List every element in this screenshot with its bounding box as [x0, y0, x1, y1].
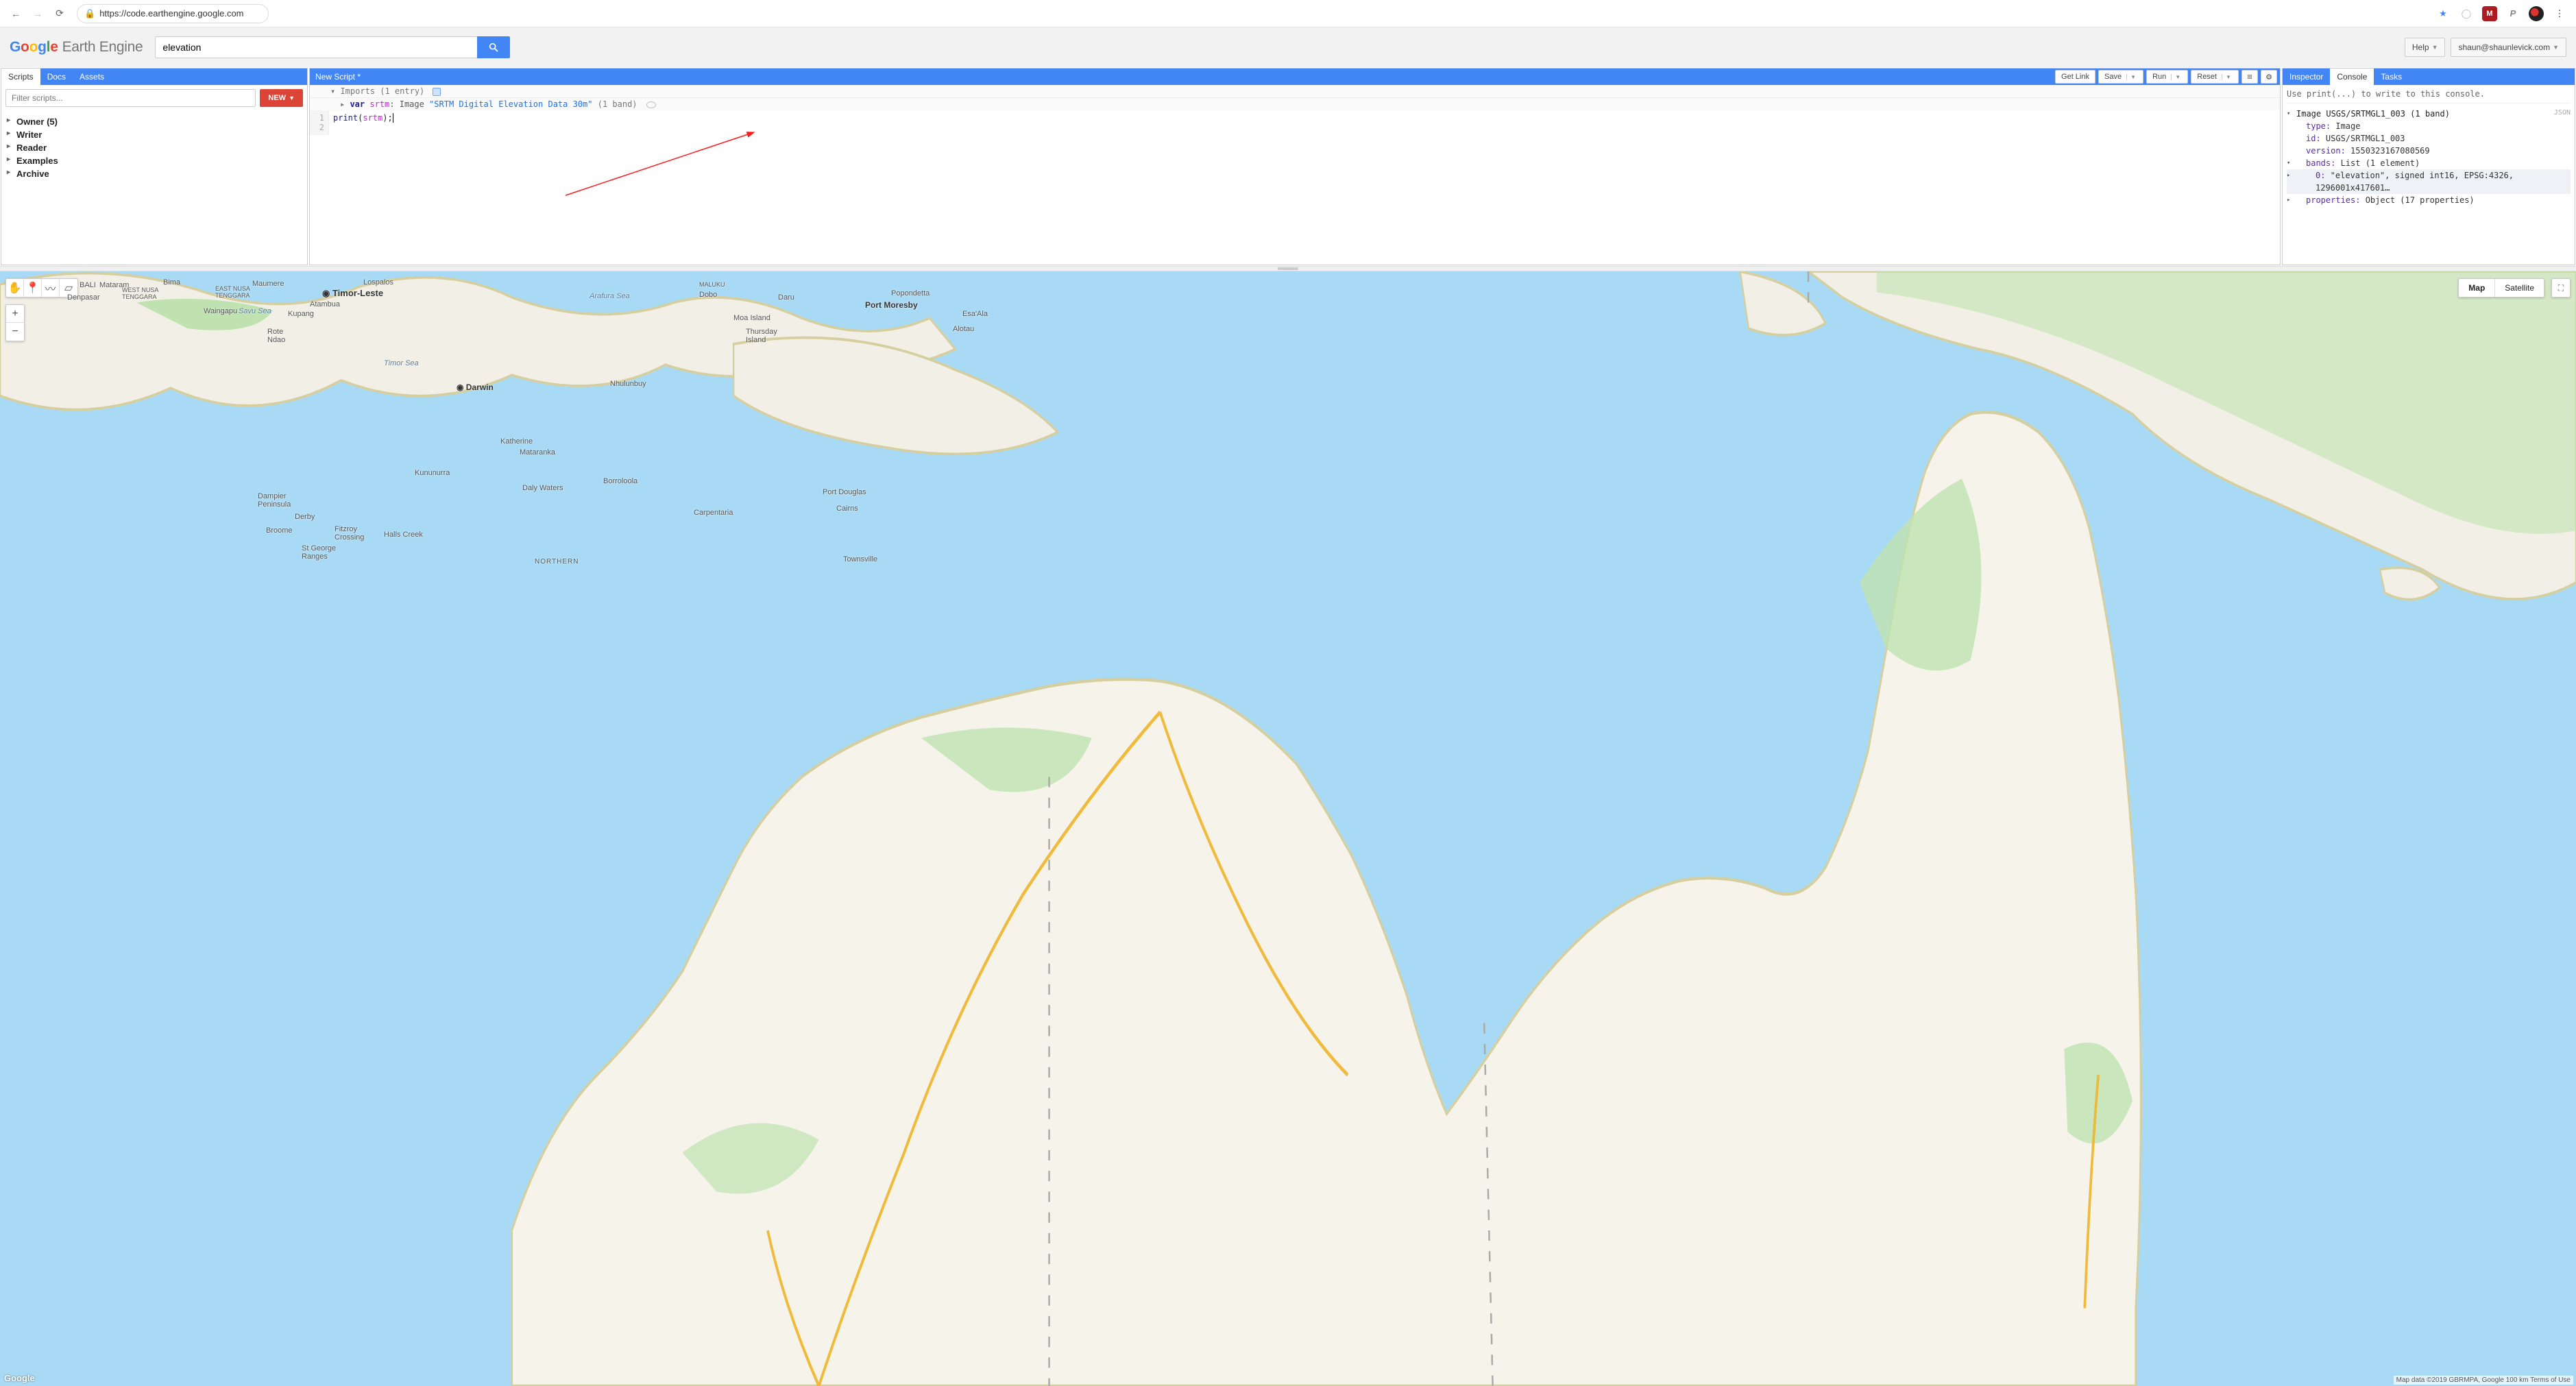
save-button[interactable]: Save▼ [2098, 70, 2143, 84]
import-dataset-link[interactable]: "SRTM Digital Elevation Data 30m" [429, 99, 592, 109]
tree-item-owner[interactable]: Owner (5) [5, 115, 303, 128]
zoom-out-button[interactable]: − [6, 323, 24, 341]
url-text: https://code.earthengine.google.com [99, 8, 243, 19]
product-name: Earth Engine [62, 39, 143, 56]
scripts-panel: Scripts Docs Assets NEW▼ Owner (5) Write… [1, 68, 308, 265]
draw-line-icon[interactable]: 〰 [42, 279, 60, 297]
extension-mendeley-icon[interactable]: M [2482, 6, 2497, 21]
pan-hand-icon[interactable]: ✋ [6, 279, 24, 297]
url-bar[interactable]: 🔒 https://code.earthengine.google.com [77, 4, 269, 23]
forward-icon[interactable]: → [29, 5, 47, 23]
tab-docs[interactable]: Docs [40, 69, 73, 85]
console-prop-version: version: 1550323167080569 [2287, 145, 2571, 157]
filter-scripts-input[interactable] [5, 89, 256, 107]
map-landmass [0, 271, 2576, 1386]
map-type-map[interactable]: Map [2459, 279, 2495, 297]
console-prop-id: id: USGS/SRTMGL1_003 [2287, 132, 2571, 145]
tab-console[interactable]: Console [2330, 69, 2374, 85]
zoom-control: + − [5, 304, 25, 341]
tree-item-writer[interactable]: Writer [5, 128, 303, 141]
run-button[interactable]: Run▼ [2146, 70, 2188, 84]
expand-icon[interactable]: ▸ [2287, 171, 2290, 181]
script-tree: Owner (5) Writer Reader Examples Archive [1, 111, 307, 265]
apps-grid-icon[interactable] [2241, 70, 2258, 84]
console-object-root[interactable]: ▾ Image USGS/SRTMGL1_003 (1 band) JSON [2287, 108, 2571, 120]
reset-button[interactable]: Reset▼ [2191, 70, 2239, 84]
expand-icon[interactable]: ▾ [2287, 110, 2290, 119]
console-prop-bands[interactable]: ▾bands: List (1 element) [2287, 157, 2571, 169]
expand-icon[interactable]: ▸ [2287, 196, 2290, 206]
tab-scripts[interactable]: Scripts [1, 69, 40, 85]
lock-icon: 🔒 [84, 8, 95, 19]
code-editor[interactable]: ▾ Imports (1 entry) ▸ var srtm: Image "S… [310, 85, 2280, 265]
reload-icon[interactable]: ⟳ [51, 5, 69, 23]
tree-item-reader[interactable]: Reader [5, 141, 303, 154]
code-lines[interactable]: print(srtm); [329, 110, 2280, 135]
code-editor-panel: New Script * Get Link Save▼ Run▼ Reset▼ … [309, 68, 2281, 265]
bookmark-star-icon[interactable]: ★ [2435, 6, 2451, 21]
visibility-toggle-icon[interactable] [646, 101, 656, 108]
tab-inspector[interactable]: Inspector [2283, 69, 2330, 85]
map-canvas[interactable]: ✋ 📍 〰 ▱ + − Map Satellite ⛶ BALI Mataram… [0, 271, 2576, 1386]
draw-polygon-icon[interactable]: ▱ [60, 279, 77, 297]
line-gutter: 12 [310, 110, 329, 135]
tab-assets[interactable]: Assets [73, 69, 111, 85]
panel-resize-handle[interactable] [0, 266, 2576, 271]
map-type-control: Map Satellite [2458, 278, 2544, 297]
gee-logo[interactable]: Google Earth Engine [10, 39, 143, 56]
tree-item-archive[interactable]: Archive [5, 167, 303, 180]
imports-toggle-icon[interactable]: ▾ [330, 86, 340, 96]
account-button[interactable]: shaun@shaunlevick.com▼ [2451, 38, 2566, 57]
console-band-0[interactable]: ▸0: "elevation", signed int16, EPSG:4326… [2287, 169, 2571, 194]
json-link[interactable]: JSON [2554, 108, 2571, 118]
zoom-in-button[interactable]: + [6, 305, 24, 323]
tab-tasks[interactable]: Tasks [2374, 69, 2409, 85]
script-title: New Script * [310, 72, 366, 82]
draw-point-icon[interactable]: 📍 [24, 279, 42, 297]
settings-gear-icon[interactable]: ⚙ [2261, 70, 2277, 84]
map-attribution[interactable]: Map data ©2019 GBRMPA, Google 100 km Ter… [2394, 1376, 2573, 1385]
imports-copy-icon[interactable] [433, 88, 441, 96]
new-script-button[interactable]: NEW▼ [260, 89, 303, 107]
console-prop-type: type: Image [2287, 120, 2571, 132]
map-type-satellite[interactable]: Satellite [2495, 279, 2544, 297]
console-prop-properties[interactable]: ▸properties: Object (17 properties) [2287, 194, 2571, 206]
imports-label: Imports (1 entry) [340, 86, 424, 96]
overflow-menu-icon[interactable]: ⋮ [2552, 6, 2567, 21]
tree-item-examples[interactable]: Examples [5, 154, 303, 167]
help-button[interactable]: Help▼ [2405, 38, 2446, 57]
extension-circle-icon[interactable]: ◯ [2459, 6, 2474, 21]
search-input[interactable] [155, 36, 477, 58]
extension-p-icon[interactable]: P [2505, 6, 2520, 21]
console-panel: Inspector Console Tasks Use print(...) t… [2282, 68, 2575, 265]
get-link-button[interactable]: Get Link [2055, 70, 2095, 84]
profile-avatar-icon[interactable] [2529, 6, 2544, 21]
console-hint: Use print(...) to write to this console. [2287, 88, 2571, 104]
fullscreen-icon[interactable]: ⛶ [2551, 278, 2571, 297]
import-expand-icon[interactable]: ▸ [340, 99, 350, 109]
expand-icon[interactable]: ▾ [2287, 159, 2290, 169]
search-button[interactable] [477, 36, 510, 58]
back-icon[interactable]: ← [7, 5, 25, 23]
google-word: Google [10, 39, 58, 56]
geometry-tools: ✋ 📍 〰 ▱ [5, 278, 78, 297]
